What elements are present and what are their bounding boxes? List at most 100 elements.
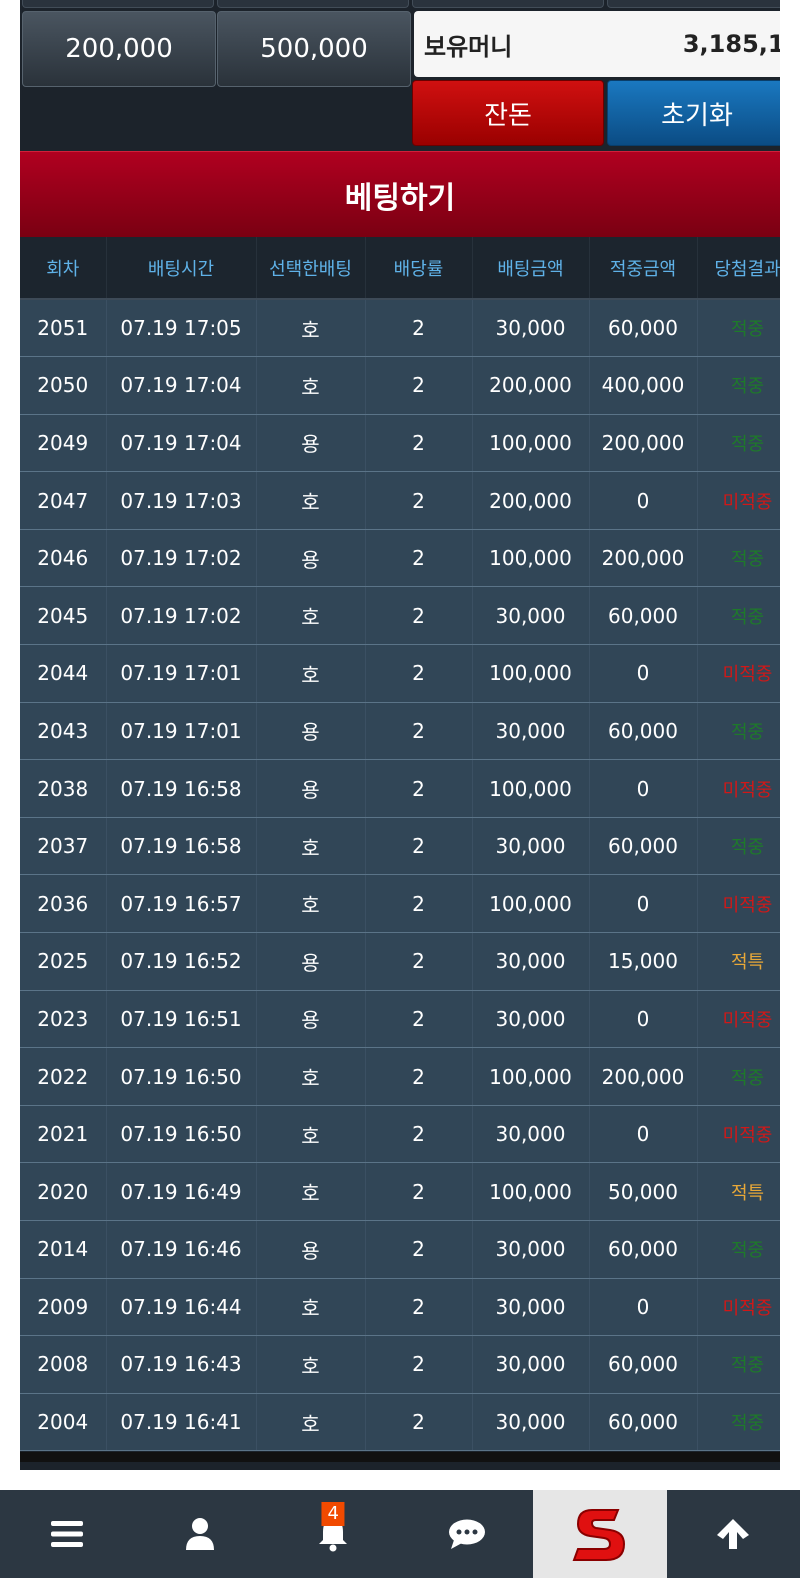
cell-round: 2049 xyxy=(20,414,107,473)
table-row: 2038 07.19 16:58 용 2 100,000 0 미적중 xyxy=(20,759,780,818)
cell-pick: 호 xyxy=(256,1278,366,1337)
cell-bet: 30,000 xyxy=(472,932,590,991)
menu-button[interactable] xyxy=(0,1490,133,1578)
cell-bet: 200,000 xyxy=(472,471,590,530)
cell-time: 07.19 16:52 xyxy=(106,932,257,991)
cell-odds: 2 xyxy=(365,817,473,876)
cell-pick: 용 xyxy=(256,529,366,588)
amount-button-partial[interactable] xyxy=(412,0,604,8)
cell-time: 07.19 16:58 xyxy=(106,759,257,818)
cell-payout: 400,000 xyxy=(589,356,698,415)
cell-odds: 2 xyxy=(365,759,473,818)
cell-payout: 60,000 xyxy=(589,299,698,358)
s-logo-icon xyxy=(572,1509,625,1561)
amount-button-partial[interactable] xyxy=(22,0,214,8)
scroll-top-button[interactable] xyxy=(667,1490,800,1578)
amount-button-500000[interactable]: 500,000 xyxy=(217,11,411,87)
table-row: 2036 07.19 16:57 호 2 100,000 0 미적중 xyxy=(20,874,780,934)
cell-round: 2014 xyxy=(20,1220,107,1279)
cell-odds: 2 xyxy=(365,1335,473,1394)
cell-result: 적특 xyxy=(697,932,780,991)
cell-time: 07.19 16:41 xyxy=(106,1393,257,1452)
amount-button-partial[interactable] xyxy=(217,0,409,8)
cell-round: 2047 xyxy=(20,471,107,530)
user-icon xyxy=(185,1518,214,1550)
cell-bet: 30,000 xyxy=(472,702,590,761)
money-display: 보유머니 3,185,168 xyxy=(414,11,780,77)
cell-odds: 2 xyxy=(365,586,473,646)
brand-logo[interactable] xyxy=(533,1490,667,1578)
header-time: 배팅시간 xyxy=(106,237,257,300)
cell-round: 2023 xyxy=(20,990,107,1049)
divider xyxy=(20,1452,780,1462)
cell-round: 2009 xyxy=(20,1278,107,1337)
betting-panel: 200,000 500,000 보유머니 3,185,168 잔돈 초기화 베팅… xyxy=(20,0,780,1470)
change-button[interactable]: 잔돈 xyxy=(412,80,604,146)
table-row: 2009 07.19 16:44 호 2 30,000 0 미적중 xyxy=(20,1278,780,1337)
cell-pick: 용 xyxy=(256,759,366,818)
reset-button[interactable]: 초기화 xyxy=(607,80,780,146)
cell-payout: 0 xyxy=(589,1278,698,1337)
cell-result: 미적중 xyxy=(697,759,780,818)
table-body: 2051 07.19 17:05 호 2 30,000 60,000 적중 2050 07.19… xyxy=(20,299,780,1452)
cell-round: 2043 xyxy=(20,702,107,761)
cell-payout: 200,000 xyxy=(589,1047,698,1106)
cell-odds: 2 xyxy=(365,1162,473,1221)
cell-time: 07.19 17:03 xyxy=(106,471,257,530)
cell-bet: 30,000 xyxy=(472,299,590,358)
cell-round: 2051 xyxy=(20,299,107,358)
amount-button-200000[interactable]: 200,000 xyxy=(22,11,216,87)
cell-time: 07.19 17:02 xyxy=(106,529,257,588)
table-row: 2023 07.19 16:51 용 2 30,000 0 미적중 xyxy=(20,990,780,1049)
cell-pick: 호 xyxy=(256,299,366,358)
chat-button[interactable] xyxy=(400,1490,533,1578)
cell-round: 2036 xyxy=(20,874,107,934)
cell-result: 적중 xyxy=(697,586,780,646)
cell-bet: 30,000 xyxy=(472,1335,590,1394)
arrow-up-icon xyxy=(717,1519,750,1549)
cell-round: 2044 xyxy=(20,644,107,703)
cell-payout: 60,000 xyxy=(589,1220,698,1279)
cell-pick: 호 xyxy=(256,1105,366,1164)
place-bet-button[interactable]: 베팅하기 xyxy=(20,151,780,237)
cell-time: 07.19 17:05 xyxy=(106,299,257,358)
cell-result: 미적중 xyxy=(697,1105,780,1164)
cell-round: 2021 xyxy=(20,1105,107,1164)
cell-round: 2004 xyxy=(20,1393,107,1452)
cell-odds: 2 xyxy=(365,299,473,358)
cell-payout: 0 xyxy=(589,1105,698,1164)
cell-result: 적중 xyxy=(697,1220,780,1279)
cell-payout: 60,000 xyxy=(589,702,698,761)
cell-bet: 200,000 xyxy=(472,356,590,415)
cell-payout: 0 xyxy=(589,874,698,934)
user-button[interactable] xyxy=(133,1490,266,1578)
table-row: 2050 07.19 17:04 호 2 200,000 400,000 적중 xyxy=(20,356,780,415)
cell-payout: 0 xyxy=(589,759,698,818)
cell-bet: 30,000 xyxy=(472,586,590,646)
cell-odds: 2 xyxy=(365,990,473,1049)
cell-odds: 2 xyxy=(365,1105,473,1164)
cell-result: 미적중 xyxy=(697,874,780,934)
cell-payout: 50,000 xyxy=(589,1162,698,1221)
notification-button[interactable]: 4 xyxy=(267,1490,400,1578)
cell-result: 적특 xyxy=(697,1162,780,1221)
table-row: 2022 07.19 16:50 호 2 100,000 200,000 적중 xyxy=(20,1047,780,1106)
cell-result: 적중 xyxy=(697,1047,780,1106)
cell-payout: 0 xyxy=(589,471,698,530)
cell-pick: 호 xyxy=(256,874,366,934)
cell-pick: 호 xyxy=(256,644,366,703)
cell-pick: 호 xyxy=(256,471,366,530)
header-round: 회차 xyxy=(20,237,107,300)
cell-round: 2038 xyxy=(20,759,107,818)
cell-time: 07.19 16:44 xyxy=(106,1278,257,1337)
cell-bet: 30,000 xyxy=(472,1278,590,1337)
menu-icon xyxy=(50,1521,83,1547)
cell-payout: 200,000 xyxy=(589,529,698,588)
header-pick: 선택한배팅 xyxy=(256,237,366,300)
cell-time: 07.19 17:04 xyxy=(106,356,257,415)
amount-button-partial[interactable] xyxy=(607,0,780,8)
header-bet: 배팅금액 xyxy=(472,237,590,300)
cell-time: 07.19 17:02 xyxy=(106,586,257,646)
cell-bet: 100,000 xyxy=(472,1162,590,1221)
cell-round: 2022 xyxy=(20,1047,107,1106)
